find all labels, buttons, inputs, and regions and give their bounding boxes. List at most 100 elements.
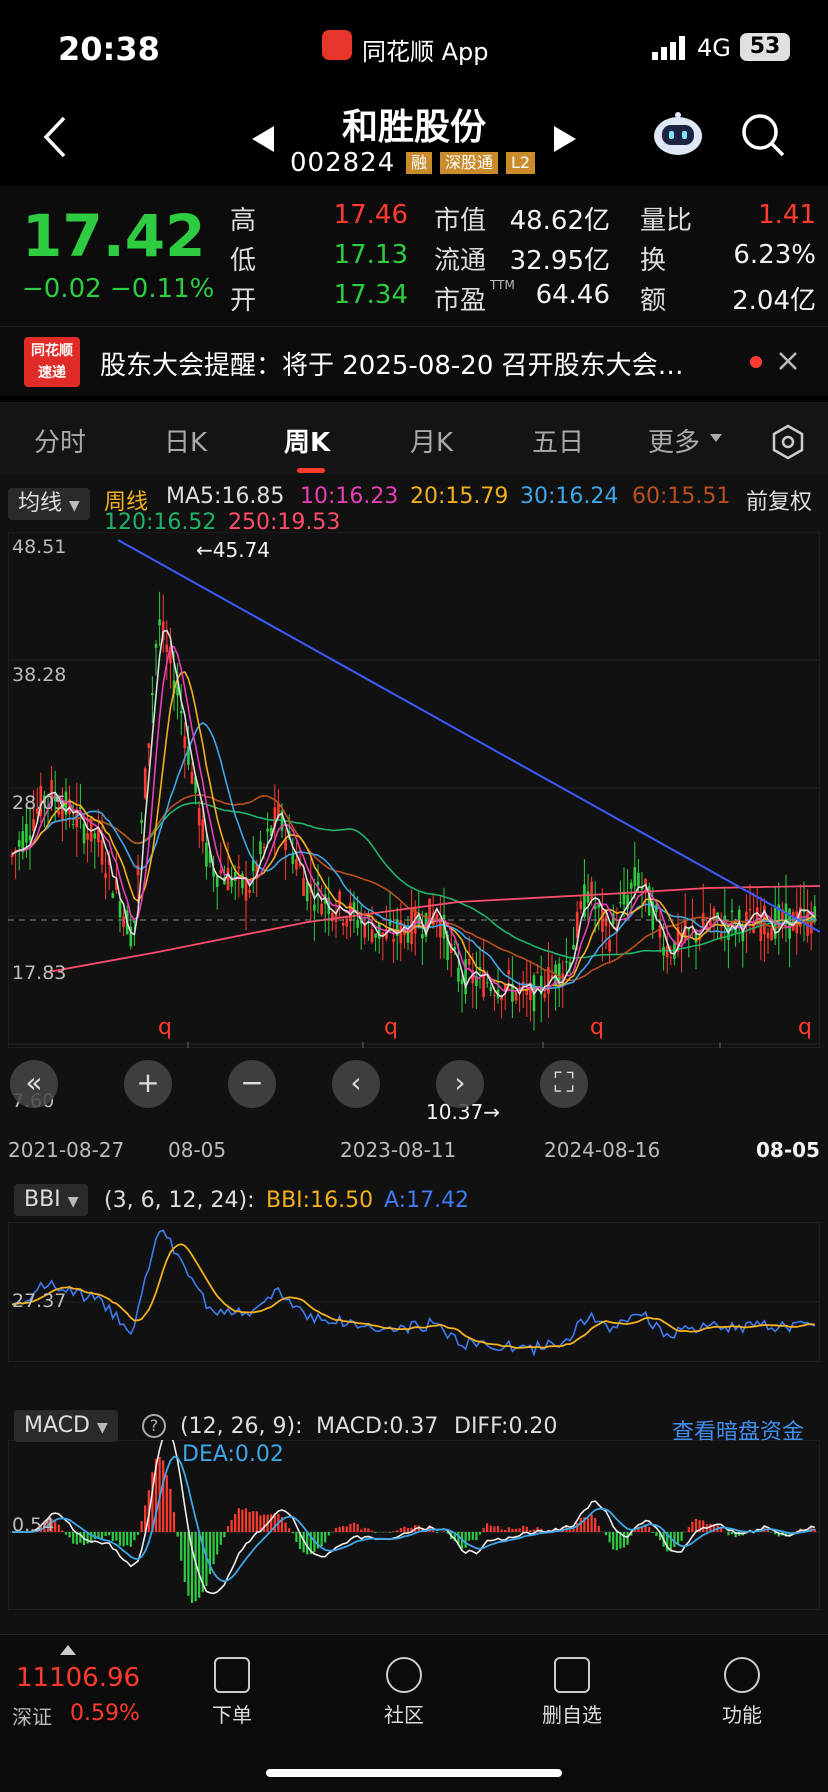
chart-settings-icon[interactable] bbox=[770, 424, 806, 460]
clock: 20:38 bbox=[58, 30, 160, 68]
macd-value: MACD:0.37 bbox=[316, 1414, 439, 1439]
ma120-line bbox=[11, 802, 815, 959]
help-icon[interactable]: ? bbox=[142, 1414, 166, 1438]
candle-body bbox=[165, 644, 169, 652]
candle-body bbox=[633, 867, 637, 887]
tab-more[interactable]: 更多 bbox=[648, 422, 700, 459]
candle-body bbox=[82, 823, 86, 844]
high-label: 高 bbox=[230, 206, 257, 236]
y-label-4: 17.83 bbox=[12, 962, 67, 984]
x-label-3: 2024-08-16 bbox=[544, 1138, 661, 1162]
x-label-0: 2021-08-27 bbox=[8, 1138, 125, 1162]
open-label: 开 bbox=[230, 286, 257, 316]
candle-body bbox=[179, 711, 183, 714]
signal-marker: q bbox=[798, 1015, 812, 1040]
ma20-line bbox=[11, 671, 815, 992]
nav-order-label: 下单 bbox=[212, 1703, 252, 1727]
open-value: 17.34 bbox=[333, 280, 408, 310]
next-stock-icon[interactable] bbox=[554, 126, 576, 152]
notice-text[interactable]: 股东大会提醒：将于 2025-08-20 召开股东大会… bbox=[100, 345, 740, 382]
zoom-in-button[interactable]: + bbox=[124, 1060, 172, 1108]
low-label: 低 bbox=[230, 246, 257, 276]
candle-body bbox=[136, 865, 140, 876]
adjust-label[interactable]: 前复权 bbox=[746, 484, 812, 516]
macd-dropdown[interactable]: MACD ▼ bbox=[14, 1410, 118, 1442]
bbi-chart[interactable] bbox=[8, 1222, 820, 1362]
candle-body bbox=[543, 993, 547, 998]
candle-body bbox=[493, 995, 496, 997]
pe-label: 市盈 bbox=[434, 286, 487, 316]
tab-intraday[interactable]: 分时 bbox=[34, 422, 86, 459]
active-tab-indicator bbox=[297, 468, 325, 473]
candle-body bbox=[730, 910, 734, 913]
scroll-right-button[interactable]: › bbox=[436, 1060, 484, 1108]
candle-body bbox=[100, 839, 104, 865]
scroll-left-button[interactable]: ‹ bbox=[332, 1060, 380, 1108]
search-icon[interactable] bbox=[740, 112, 786, 158]
community-star-icon bbox=[386, 1657, 422, 1693]
bbi-name: BBI bbox=[24, 1187, 61, 1212]
tab-monthly-k[interactable]: 月K bbox=[410, 422, 453, 459]
bbi-dropdown[interactable]: BBI ▼ bbox=[14, 1184, 89, 1216]
candle-body bbox=[597, 903, 601, 908]
close-icon[interactable] bbox=[778, 351, 798, 371]
candle-body bbox=[205, 842, 208, 867]
candle-body bbox=[356, 920, 359, 928]
nav-order[interactable]: 下单 bbox=[172, 1657, 292, 1728]
indicator-dropdown[interactable]: 均线 ▼ bbox=[8, 488, 90, 520]
candle-body bbox=[392, 938, 395, 942]
more-dropdown-icon bbox=[710, 434, 722, 442]
zoom-out-button[interactable]: − bbox=[228, 1060, 276, 1108]
macd-chart[interactable] bbox=[8, 1440, 820, 1610]
tab-daily-k[interactable]: 日K bbox=[164, 422, 207, 459]
nav-remove-watchlist[interactable]: 删自选 bbox=[512, 1657, 632, 1728]
macd-frame bbox=[8, 1440, 820, 1610]
candle-body bbox=[104, 873, 107, 879]
candle-body bbox=[489, 987, 493, 992]
robot-assistant-icon[interactable] bbox=[652, 110, 704, 158]
quote-panel: 17.42 −0.02 −0.11% 高 17.46 低 17.13 开 17.… bbox=[0, 186, 828, 326]
bbi-line bbox=[11, 1243, 815, 1349]
chart-area: 均线 ▼ 周线 MA5:16.85 10:16.23 20:15.79 30:1… bbox=[0, 474, 828, 1634]
candle-body bbox=[151, 692, 154, 696]
scroll-left-fast-button[interactable]: « bbox=[10, 1060, 58, 1108]
stock-code: 002824 bbox=[290, 148, 396, 178]
candle-body bbox=[10, 854, 14, 858]
candle-body bbox=[190, 771, 194, 784]
price-change: −0.02 bbox=[22, 274, 102, 304]
diff-line bbox=[12, 1440, 816, 1595]
candle-body bbox=[377, 923, 381, 939]
y-label-3: 28.05 bbox=[12, 792, 67, 814]
connect-tag: 深股通 bbox=[440, 152, 499, 174]
index-name: 深证 bbox=[12, 1705, 52, 1729]
amount-label: 额 bbox=[640, 286, 667, 316]
tab-weekly-k[interactable]: 周K bbox=[284, 422, 330, 459]
index-value[interactable]: 11106.96 bbox=[16, 1663, 140, 1693]
candle-body bbox=[259, 841, 262, 855]
candle-body bbox=[536, 971, 539, 973]
candle-body bbox=[248, 889, 251, 893]
candle-body bbox=[604, 916, 608, 926]
dropdown-arrow-icon: ▼ bbox=[69, 498, 80, 514]
tab-five-day[interactable]: 五日 bbox=[532, 422, 584, 459]
candle-body bbox=[118, 901, 122, 918]
status-bar: 20:38 同花顺 App 4G 53 bbox=[0, 0, 828, 92]
candle-body bbox=[669, 957, 673, 959]
ma10-line bbox=[11, 645, 816, 993]
app-icon bbox=[322, 30, 352, 60]
candle-body bbox=[457, 967, 460, 982]
candle-body bbox=[244, 879, 248, 901]
candle-body bbox=[766, 932, 770, 939]
fullscreen-button[interactable]: ⛶ bbox=[540, 1060, 588, 1108]
candle-body bbox=[748, 909, 752, 911]
index-toggle-icon[interactable] bbox=[60, 1645, 76, 1655]
candle-body bbox=[28, 835, 32, 841]
period-tabs: 分时 日K 周K 月K 五日 更多 bbox=[0, 402, 828, 474]
candle-body bbox=[262, 846, 266, 848]
ma5-label: MA5:16.85 bbox=[166, 484, 285, 509]
candle-body bbox=[226, 867, 230, 890]
nav-functions[interactable]: 功能 bbox=[682, 1657, 802, 1728]
kline-chart[interactable]: qqqq bbox=[8, 532, 820, 1048]
notice-banner[interactable]: 同花顺 速递 股东大会提醒：将于 2025-08-20 召开股东大会… bbox=[0, 326, 828, 396]
nav-community[interactable]: 社区 bbox=[344, 1657, 464, 1728]
